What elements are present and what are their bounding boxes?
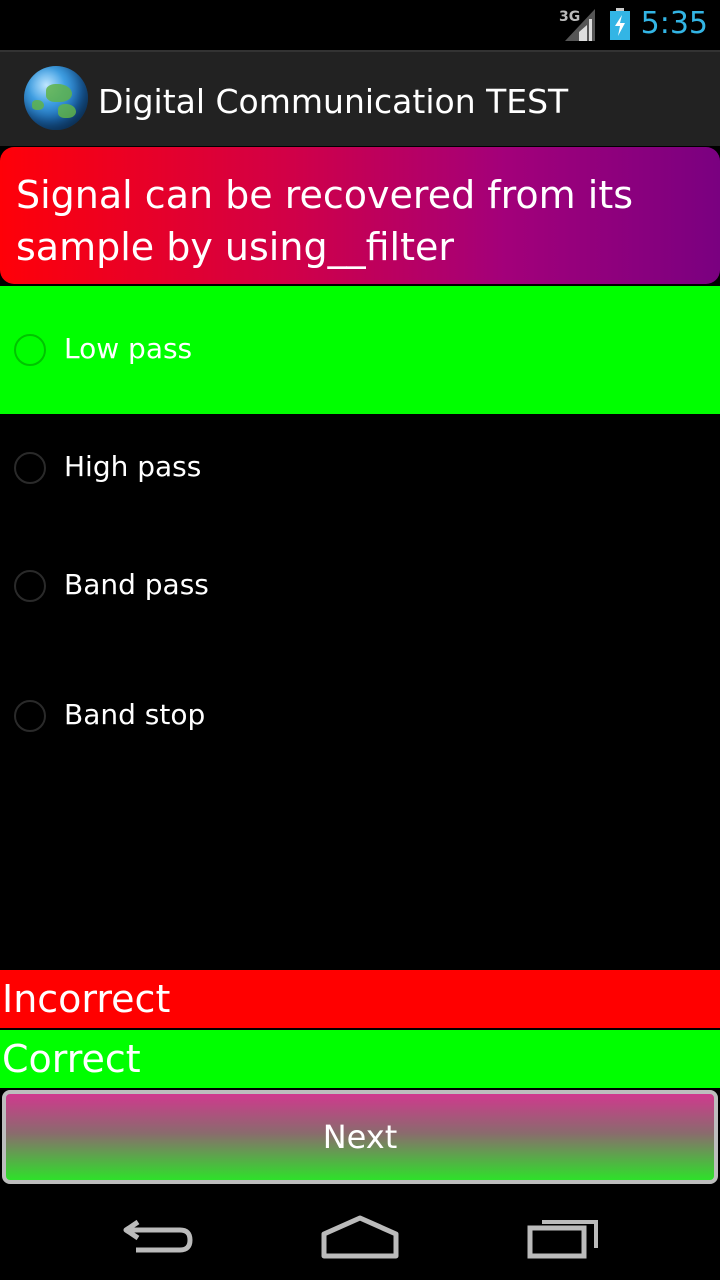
next-button[interactable]: Next	[2, 1090, 718, 1184]
radio-button[interactable]	[14, 334, 46, 366]
navigation-bar	[0, 1188, 720, 1280]
home-icon[interactable]	[316, 1206, 406, 1262]
recent-apps-icon[interactable]	[518, 1206, 608, 1262]
signal-icon: 3G	[559, 8, 595, 41]
action-bar: Digital Communication TEST	[0, 50, 720, 146]
back-icon[interactable]	[116, 1206, 206, 1262]
option-label: High pass	[64, 450, 202, 483]
radio-button[interactable]	[14, 452, 46, 484]
radio-button[interactable]	[14, 570, 46, 602]
option-band-stop[interactable]: Band stop	[0, 662, 720, 790]
option-label: Band pass	[64, 568, 209, 601]
svg-text:3G: 3G	[559, 9, 580, 25]
status-icons: 3G 5:35	[559, 6, 708, 41]
app-title: Digital Communication TEST	[98, 82, 569, 121]
option-band-pass[interactable]: Band pass	[0, 532, 720, 660]
status-bar: 3G 5:35	[0, 0, 720, 50]
incorrect-label: Incorrect	[0, 970, 720, 1028]
correct-label: Correct	[0, 1030, 720, 1088]
radio-button[interactable]	[14, 700, 46, 732]
globe-icon	[24, 66, 88, 130]
battery-charging-icon	[609, 7, 630, 40]
option-high-pass[interactable]: High pass	[0, 414, 720, 542]
question-text: Signal can be recovered from its sample …	[0, 147, 720, 284]
option-label: Band stop	[64, 698, 206, 731]
option-label: Low pass	[64, 332, 193, 365]
status-clock: 5:35	[640, 6, 708, 41]
option-low-pass[interactable]: Low pass	[0, 286, 720, 414]
next-button-label: Next	[322, 1118, 398, 1156]
